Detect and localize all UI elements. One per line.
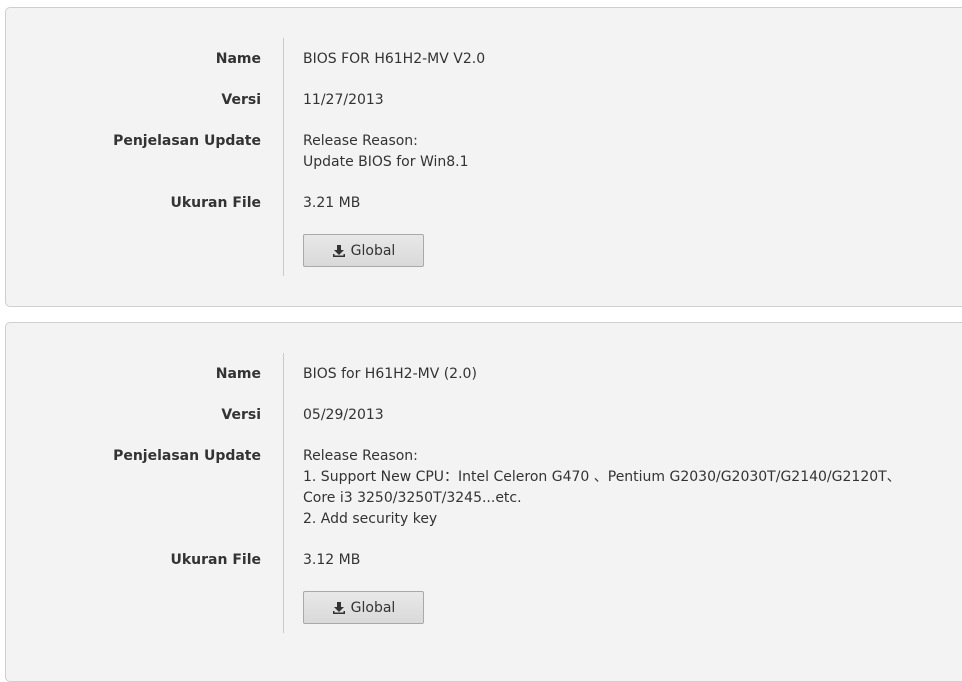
download-button-label: Global bbox=[350, 242, 396, 259]
download-global-button[interactable]: Global bbox=[303, 591, 424, 624]
column-divider bbox=[283, 353, 284, 633]
download-card: Name BIOS FOR H61H2-MV V2.0 Versi 11/27/… bbox=[5, 7, 962, 307]
update-description: Release Reason: Update BIOS for Win8.1 bbox=[303, 133, 469, 170]
update-description: Release Reason: 1. Support New CPU：Intel… bbox=[303, 448, 901, 527]
download-icon bbox=[332, 601, 346, 615]
download-global-button[interactable]: Global bbox=[303, 234, 424, 267]
size-label: Ukuran File bbox=[170, 195, 262, 211]
name-value: BIOS for H61H2-MV (2.0) bbox=[303, 366, 477, 382]
download-icon bbox=[332, 244, 346, 258]
size-value: 3.21 MB bbox=[303, 195, 361, 211]
name-label: Name bbox=[215, 366, 261, 382]
name-value: BIOS FOR H61H2-MV V2.0 bbox=[303, 51, 486, 67]
version-value: 05/29/2013 bbox=[303, 407, 384, 423]
size-label: Ukuran File bbox=[170, 552, 262, 568]
name-label: Name bbox=[215, 51, 261, 67]
update-label: Penjelasan Update bbox=[113, 448, 261, 464]
download-button-label: Global bbox=[350, 599, 396, 616]
download-card: Name BIOS for H61H2-MV (2.0) Versi 05/29… bbox=[5, 322, 962, 682]
update-label: Penjelasan Update bbox=[113, 133, 261, 149]
version-value: 11/27/2013 bbox=[303, 92, 384, 108]
size-value: 3.12 MB bbox=[303, 552, 361, 568]
version-label: Versi bbox=[221, 407, 261, 423]
column-divider bbox=[283, 38, 284, 276]
version-label: Versi bbox=[221, 92, 261, 108]
